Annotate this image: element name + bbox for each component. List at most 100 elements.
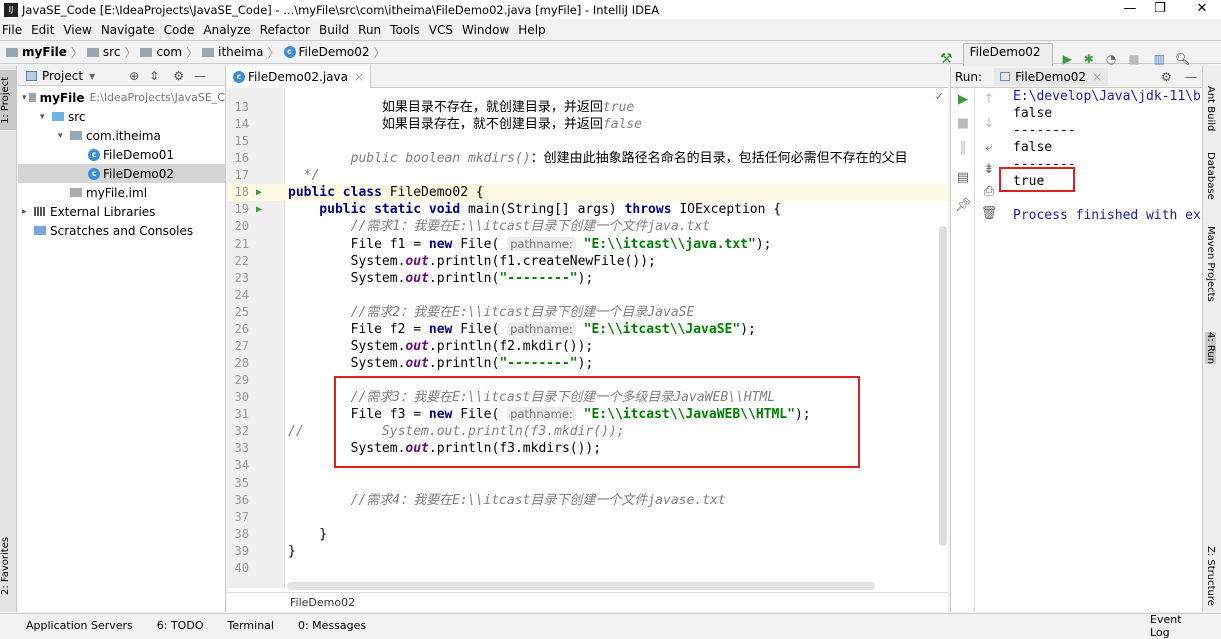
status-tool-button[interactable]: 6: TODO xyxy=(157,619,204,632)
menu-navigate[interactable]: Navigate xyxy=(101,23,155,37)
code-line[interactable]: 25 //需求2：我要在E:\\itcast目录下创建一个目录JavaSE xyxy=(227,304,948,321)
code-line[interactable]: 21 File f1 = new File( pathname: "E:\\it… xyxy=(227,236,948,253)
editor-scrollbar[interactable] xyxy=(939,226,947,546)
code-line[interactable]: 15 xyxy=(227,133,948,150)
code-line[interactable]: 14 如果目录存在，就不创建目录，并返回false xyxy=(227,116,948,133)
hide-icon[interactable]: — xyxy=(194,69,206,83)
tree-item[interactable]: ▾ src xyxy=(18,107,225,126)
up-arrow-icon[interactable]: ↑ xyxy=(979,92,999,107)
trash-icon[interactable]: 🗑︎ xyxy=(979,206,999,221)
status-tool-button[interactable]: Application Servers xyxy=(26,619,133,632)
favorites-tool-tab[interactable]: 2: Favorites xyxy=(0,526,17,606)
gear-icon[interactable]: ⚙ xyxy=(173,69,184,83)
close-tab-icon[interactable]: × xyxy=(1092,70,1102,84)
code-line[interactable]: 26 File f2 = new File( pathname: "E:\\it… xyxy=(227,321,948,338)
tree-item[interactable]: c FileDemo02 xyxy=(18,164,225,183)
code-line[interactable]: 39} xyxy=(227,543,948,560)
tree-item[interactable]: ▸ External Libraries xyxy=(18,202,225,221)
menu-view[interactable]: View xyxy=(63,23,91,37)
code-line[interactable]: 27 System.out.println(f2.mkdir()); xyxy=(227,338,948,355)
right-tool-tab[interactable]: Database xyxy=(1205,152,1216,200)
menu-analyze[interactable]: Analyze xyxy=(203,23,250,37)
right-tool-tab[interactable]: Z: Structure xyxy=(1205,546,1216,606)
expand-arrow-icon[interactable]: ▾ xyxy=(58,131,70,141)
close-tab-icon[interactable]: × xyxy=(354,70,364,84)
tree-item[interactable]: c FileDemo01 xyxy=(18,145,225,164)
tab-filedemo02[interactable]: c FileDemo02.java × xyxy=(227,66,372,88)
menu-code[interactable]: Code xyxy=(164,23,195,37)
menu-run[interactable]: Run xyxy=(358,23,381,37)
code-line[interactable]: 13 如果目录不存在，就创建目录，并返回true xyxy=(227,99,948,116)
code-line[interactable]: 24 xyxy=(227,287,948,304)
stop-icon[interactable]: ■ xyxy=(1128,52,1139,66)
tree-item[interactable]: ▾ com.itheima xyxy=(18,126,225,145)
locate-icon[interactable]: ⊕ xyxy=(129,69,139,83)
hide-icon[interactable]: — xyxy=(1185,70,1197,84)
debug-icon[interactable]: ✱ xyxy=(1084,52,1094,66)
pin-icon[interactable]: 📌︎ xyxy=(953,198,973,213)
down-arrow-icon[interactable]: ↓ xyxy=(979,116,999,131)
build-hammer-icon[interactable]: ⚒ xyxy=(940,51,953,67)
menu-vcs[interactable]: VCS xyxy=(429,23,453,37)
code-line[interactable]: 37 xyxy=(227,509,948,526)
project-structure-icon[interactable]: ▥ xyxy=(1154,52,1165,66)
code-line[interactable]: 19 ▶ public static void main(String[] arg… xyxy=(227,201,948,218)
breadcrumb-item[interactable]: myFile 〉 xyxy=(6,44,83,61)
tree-item[interactable]: ▾ myFile E:\IdeaProjects\JavaSE_C xyxy=(18,88,225,107)
menu-refactor[interactable]: Refactor xyxy=(260,23,310,37)
editor-h-scrollbar[interactable] xyxy=(287,582,875,590)
menu-tools[interactable]: Tools xyxy=(390,23,420,37)
code-line[interactable]: 38 } xyxy=(227,526,948,543)
code-line[interactable]: 23 System.out.println("--------"); xyxy=(227,270,948,287)
run-icon[interactable]: ▶ xyxy=(1063,52,1072,66)
breadcrumb-item[interactable]: c FileDemo02 〉 xyxy=(283,44,386,61)
menu-build[interactable]: Build xyxy=(319,23,349,37)
close-button[interactable]: ✕ xyxy=(1185,0,1219,19)
gear-icon[interactable]: ⚙ xyxy=(1161,70,1172,84)
right-tool-tab[interactable]: Maven Projects xyxy=(1205,226,1216,302)
menu-window[interactable]: Window xyxy=(462,23,509,37)
run-gutter-icon[interactable]: ▶ xyxy=(256,201,262,218)
expand-arrow-icon[interactable]: ▾ xyxy=(40,112,52,122)
code-line[interactable]: 16 public boolean mkdirs()：创建由此抽象路径名命名的目… xyxy=(227,150,948,167)
tree-item[interactable]: Scratches and Consoles xyxy=(18,221,225,240)
run-gutter-icon[interactable]: ▶ xyxy=(256,184,262,201)
dropdown-icon[interactable]: ▾ xyxy=(89,69,95,83)
menu-file[interactable]: File xyxy=(2,23,22,37)
expand-arrow-icon[interactable]: ▸ xyxy=(22,207,34,217)
restore-button[interactable]: ❐ xyxy=(1143,0,1177,19)
right-tool-tab[interactable]: 4: Run xyxy=(1205,332,1216,365)
rerun-icon[interactable]: ▶ xyxy=(953,92,973,107)
expand-arrow-icon[interactable]: ▾ xyxy=(22,93,29,103)
code-line[interactable]: 20 //需求1：我要在E:\\itcast目录下创建一个文件java.txt xyxy=(227,218,948,235)
code-line[interactable]: 22 System.out.println(f1.createNewFile()… xyxy=(227,253,948,270)
stop-icon[interactable]: ■ xyxy=(953,116,973,131)
code-line[interactable]: 35 xyxy=(227,475,948,492)
breadcrumb-item[interactable]: itheima 〉 xyxy=(202,44,280,61)
breadcrumb-item[interactable]: com 〉 xyxy=(140,44,198,61)
code-line[interactable]: 36 //需求4：我要在E:\\itcast目录下创建一个文件javase.tx… xyxy=(227,492,948,509)
code-line[interactable]: 28 System.out.println("--------"); xyxy=(227,355,948,372)
breadcrumb-item[interactable]: src 〉 xyxy=(86,44,136,61)
print-icon[interactable]: ⎙ xyxy=(979,184,999,199)
scroll-to-end-icon[interactable]: ⇟ xyxy=(979,162,999,177)
run-tab[interactable]: FileDemo02 × xyxy=(994,67,1109,86)
right-tool-tab[interactable]: Ant Build xyxy=(1205,86,1216,131)
status-tool-button[interactable]: 0: Messages xyxy=(298,619,366,632)
status-tool-button[interactable]: Terminal xyxy=(227,619,274,632)
project-view-select[interactable]: Project xyxy=(42,69,83,83)
soft-wrap-icon[interactable]: ⤶ xyxy=(979,140,999,155)
project-tool-tab[interactable]: 1: Project xyxy=(0,70,17,130)
code-line[interactable]: 40 xyxy=(227,560,948,577)
pause-icon[interactable]: ‖ xyxy=(953,140,973,155)
console-output[interactable]: E:\develop\Java\jdk-11\b false -------- fal… xyxy=(1013,88,1201,224)
coverage-icon[interactable]: ◔ xyxy=(1106,52,1116,66)
tree-item[interactable]: myFile.iml xyxy=(18,183,225,202)
search-icon[interactable]: 🔍︎ xyxy=(1175,52,1190,66)
code-line[interactable]: 18 ▶ public class FileDemo02 { xyxy=(227,184,948,202)
minimize-button[interactable]: — xyxy=(1113,0,1147,19)
layout-icon[interactable]: ▤ xyxy=(953,170,973,185)
menu-help[interactable]: Help xyxy=(518,23,545,37)
event-log-button[interactable]: Event Log xyxy=(1150,613,1197,639)
menu-edit[interactable]: Edit xyxy=(31,23,54,37)
